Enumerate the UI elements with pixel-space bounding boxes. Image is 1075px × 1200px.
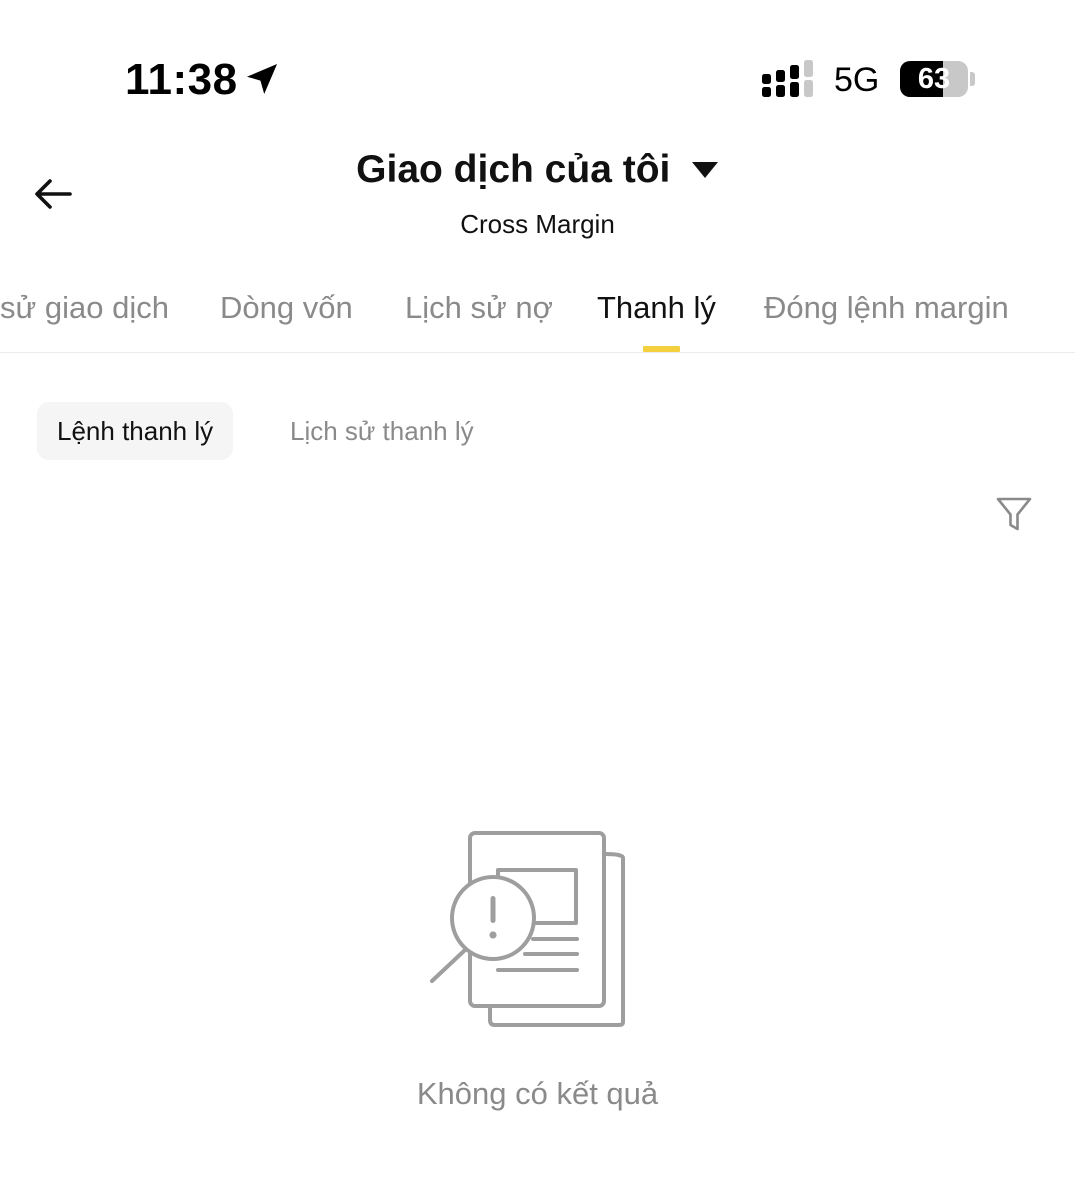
no-results-document-search-icon [430, 831, 625, 1027]
filter-funnel-icon [996, 497, 1032, 531]
tab-trade-history[interactable]: sử giao dịch [0, 286, 169, 330]
subtab-liquidation-orders[interactable]: Lệnh thanh lý [37, 402, 234, 460]
main-tab-bar: sử giao dịch Dòng vốn Lịch sử nợ Thanh l… [0, 280, 1075, 353]
subtab-liquidation-history[interactable]: Lịch sử thanh lý [290, 402, 474, 460]
active-tab-indicator [643, 346, 680, 352]
empty-state-message: Không có kết quả [416, 1076, 659, 1111]
location-arrow-icon [246, 63, 278, 95]
cellular-signal-icon [762, 60, 813, 97]
filter-button[interactable] [994, 494, 1034, 534]
page-title: Giao dịch của tôi [356, 148, 671, 191]
status-bar: 11:38 5G 63 [0, 0, 1075, 130]
battery-percent-label: 63 [917, 63, 951, 95]
caret-down-icon [691, 162, 718, 178]
battery-cap [970, 72, 975, 86]
tab-debt-history[interactable]: Lịch sử nợ [405, 286, 553, 330]
tab-margin-close-order[interactable]: Đóng lệnh margin [764, 286, 1009, 330]
tab-capital-flow[interactable]: Dòng vốn [220, 286, 353, 330]
battery-indicator: 63 [900, 61, 968, 97]
account-type-selector[interactable]: Giao dịch của tôi [0, 142, 1075, 198]
page-subtitle: Cross Margin [460, 209, 615, 239]
status-time: 11:38 [125, 55, 238, 104]
tab-liquidation[interactable]: Thanh lý [597, 286, 716, 330]
network-type-label: 5G [834, 61, 880, 99]
